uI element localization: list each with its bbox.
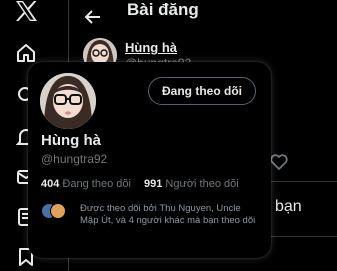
page-title: Bài đăng [127, 0, 199, 19]
back-arrow-icon[interactable] [83, 7, 103, 27]
page-header: Bài đăng [69, 0, 337, 36]
hovercard-name[interactable]: Hùng hà [41, 132, 101, 149]
x-logo-icon[interactable] [13, 0, 39, 22]
followers-label: Người theo dõi [165, 178, 239, 190]
following-count: 404 [41, 178, 60, 190]
following-label: Đang theo dõi [62, 178, 131, 190]
followers-count: 991 [143, 178, 163, 190]
home-icon[interactable] [15, 42, 37, 64]
like-heart-icon[interactable] [269, 152, 289, 172]
divider-line [269, 236, 337, 237]
mutual-followers-avatars [41, 203, 71, 219]
hovercard-avatar[interactable] [40, 73, 96, 129]
following-stat[interactable]: 404 Đang theo dõi [41, 178, 134, 190]
profile-hovercard: Đang theo dõi Hùng hà @hungtra92 404 Đan… [28, 62, 271, 258]
mutual-followers-text[interactable]: Được theo dõi bởi Thu Nguyen, Uncle Mập … [80, 203, 260, 226]
followers-stat[interactable]: 991 Người theo dõi [144, 178, 239, 190]
hovercard-stats: 404 Đang theo dõi 991 Người theo dõi [41, 178, 249, 190]
divider-line [269, 181, 337, 182]
reply-hint-text: bạn [275, 198, 302, 215]
post-author-name[interactable]: Hùng hà [125, 40, 177, 55]
following-button[interactable]: Đang theo dõi [148, 77, 256, 105]
hovercard-handle: @hungtra92 [41, 152, 108, 166]
mutual-avatar [50, 203, 66, 219]
